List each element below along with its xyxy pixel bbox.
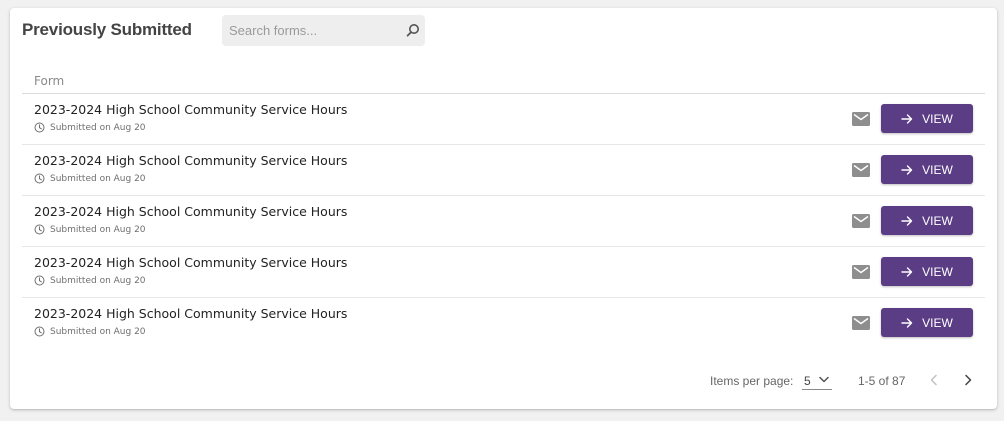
mail-icon[interactable]: [852, 163, 870, 177]
view-button[interactable]: VIEW: [881, 155, 973, 184]
mail-icon[interactable]: [852, 214, 870, 228]
clock-icon: [34, 326, 45, 337]
view-button[interactable]: VIEW: [881, 257, 973, 286]
table-row: 2023-2024 High School Community Service …: [22, 94, 985, 145]
arrow-right-icon: [901, 266, 913, 277]
table-row: 2023-2024 High School Community Service …: [22, 298, 985, 349]
mail-icon[interactable]: [852, 316, 870, 330]
view-button-label: VIEW: [922, 162, 953, 177]
submitted-date: Submitted on Aug 20: [50, 122, 146, 133]
clock-icon: [34, 275, 45, 286]
items-per-page-label: Items per page:: [710, 374, 794, 388]
chevron-down-icon: [819, 376, 829, 383]
submitted-info: Submitted on Aug 20: [34, 122, 146, 133]
panel-title: Previously Submitted: [22, 20, 192, 39]
view-button[interactable]: VIEW: [881, 308, 973, 337]
view-button[interactable]: VIEW: [881, 104, 973, 133]
view-button[interactable]: VIEW: [881, 206, 973, 235]
form-title: 2023-2024 High School Community Service …: [34, 255, 348, 270]
search-box[interactable]: [222, 15, 425, 46]
submitted-date: Submitted on Aug 20: [50, 275, 146, 286]
view-button-label: VIEW: [922, 264, 953, 279]
form-title: 2023-2024 High School Community Service …: [34, 306, 348, 321]
submitted-info: Submitted on Aug 20: [34, 224, 146, 235]
chevron-right-icon[interactable]: [961, 373, 975, 387]
submitted-info: Submitted on Aug 20: [34, 326, 146, 337]
table-row: 2023-2024 High School Community Service …: [22, 145, 985, 196]
form-title: 2023-2024 High School Community Service …: [34, 153, 348, 168]
search-input[interactable]: [222, 15, 392, 46]
search-icon[interactable]: [406, 23, 420, 37]
chevron-left-icon[interactable]: [927, 373, 941, 387]
view-button-label: VIEW: [922, 111, 953, 126]
arrow-right-icon: [901, 164, 913, 175]
view-button-label: VIEW: [922, 213, 953, 228]
clock-icon: [34, 122, 45, 133]
table-row: 2023-2024 High School Community Service …: [22, 247, 985, 298]
items-per-page-select[interactable]: 5: [802, 371, 832, 390]
submitted-date: Submitted on Aug 20: [50, 326, 146, 337]
submitted-date: Submitted on Aug 20: [50, 224, 146, 235]
mail-icon[interactable]: [852, 112, 870, 126]
arrow-right-icon: [901, 113, 913, 124]
submitted-date: Submitted on Aug 20: [50, 173, 146, 184]
page-range-label: 1-5 of 87: [858, 374, 906, 388]
items-per-page-value: 5: [804, 374, 811, 388]
view-button-label: VIEW: [922, 315, 953, 330]
previously-submitted-panel: Previously Submitted Form 2023-2024 High…: [10, 8, 997, 409]
column-header-form: Form: [34, 74, 65, 88]
paginator: Items per page: 5 1-5 of 87: [10, 371, 997, 391]
form-title: 2023-2024 High School Community Service …: [34, 204, 348, 219]
submitted-info: Submitted on Aug 20: [34, 173, 146, 184]
form-title: 2023-2024 High School Community Service …: [34, 102, 348, 117]
arrow-right-icon: [901, 215, 913, 226]
table-row: 2023-2024 High School Community Service …: [22, 196, 985, 247]
submitted-info: Submitted on Aug 20: [34, 275, 146, 286]
clock-icon: [34, 224, 45, 235]
clock-icon: [34, 173, 45, 184]
mail-icon[interactable]: [852, 265, 870, 279]
form-list: 2023-2024 High School Community Service …: [22, 94, 985, 349]
arrow-right-icon: [901, 317, 913, 328]
